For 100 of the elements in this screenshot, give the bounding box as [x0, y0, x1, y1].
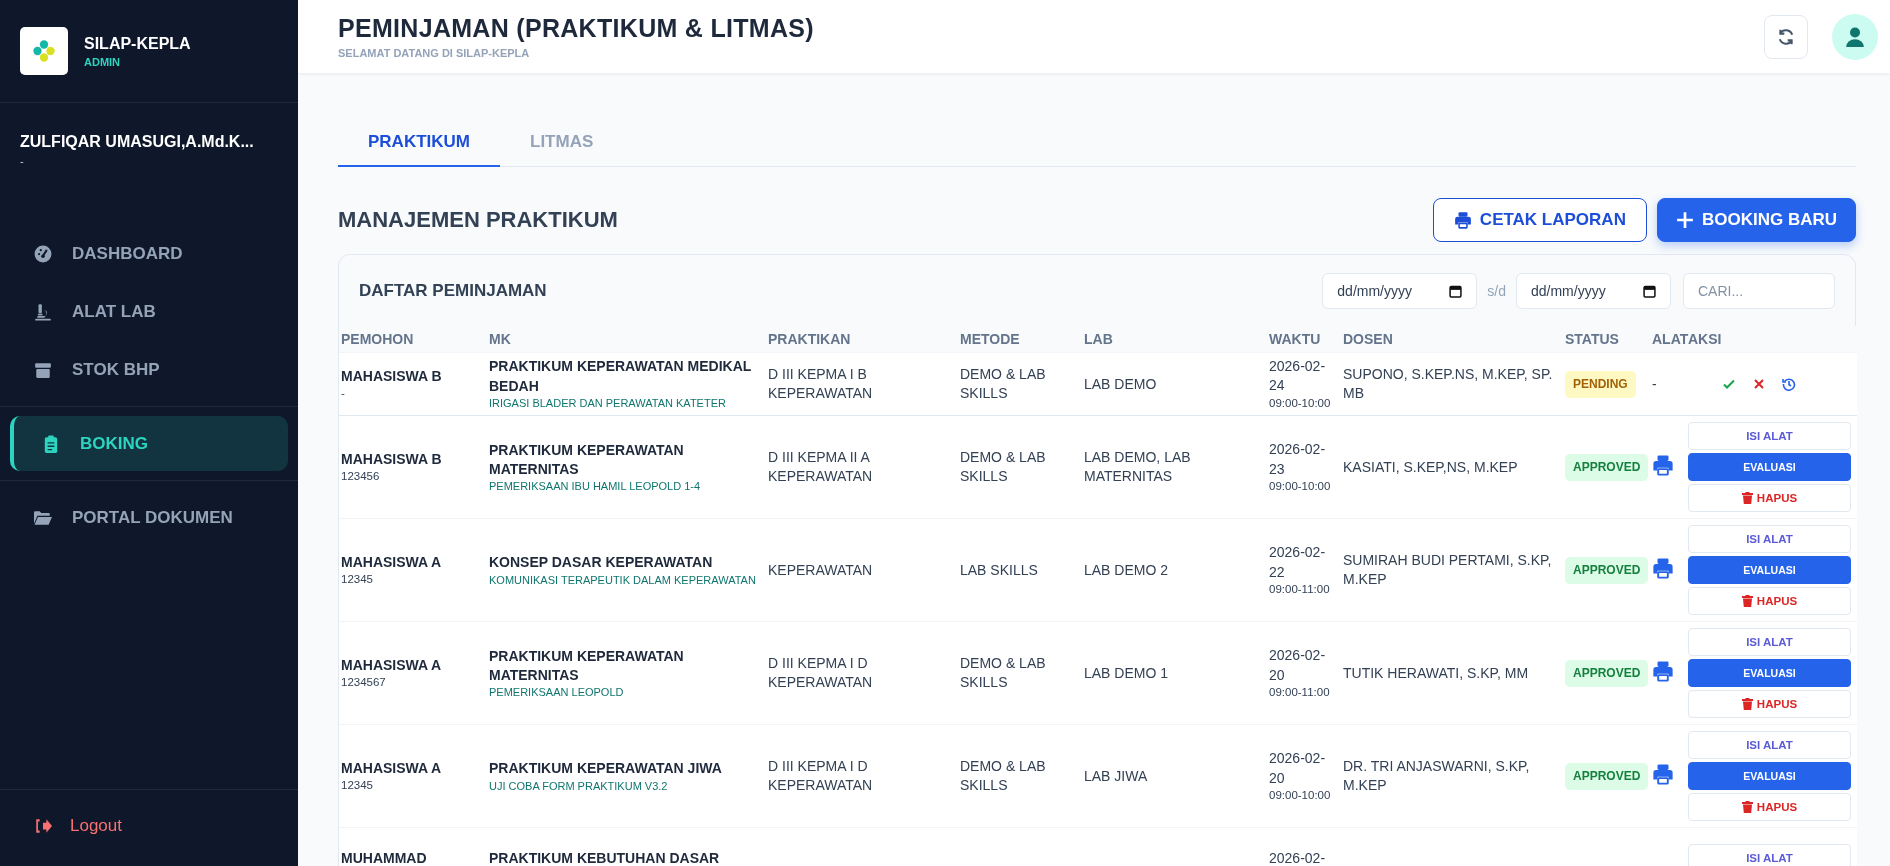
booking-time: 09:00-10:00 [1269, 787, 1332, 803]
requester-id: - [341, 385, 346, 401]
course-name: PRAKTIKUM KEPERAWATAN MEDIKAL BEDAH [489, 357, 753, 396]
booking-date: 2026-02-23 [1269, 441, 1326, 477]
microscope-icon [34, 302, 52, 321]
delete-button[interactable]: HAPUS [1688, 587, 1851, 616]
table-cell: DEMO & LAB SKILLS [960, 655, 1046, 691]
sidebar-item[interactable]: ALAT LAB [10, 284, 288, 339]
table-cell: LAB DEMO 1 [1084, 664, 1169, 681]
booking-time: 09:00-11:00 [1269, 684, 1331, 700]
course-name: PRAKTIKUM KEPERAWATAN JIWA [489, 759, 723, 779]
evaluasi-button[interactable]: EVALUASI [1688, 556, 1851, 585]
sidebar-item[interactable]: PORTAL DOKUMEN [10, 490, 288, 545]
course-name: PRAKTIKUM KEPERAWATAN MATERNITAS [489, 440, 685, 479]
table-title: DAFTAR PEMINJAMAN [359, 281, 548, 301]
sidebar-item[interactable]: DASHBOARD [10, 226, 288, 281]
booking-date: 2026-02-20 [1269, 750, 1326, 786]
table-cell: DR. TRI ANJASWARNI, S.KP, M.KEP [1343, 758, 1530, 794]
column-header: STATUS [1565, 331, 1619, 347]
table-cell: LAB DEMO 2 [1084, 561, 1169, 578]
printer-icon [1453, 211, 1472, 229]
table-cell: DEMO & LAB SKILLS [960, 449, 1046, 485]
table-cell: LAB JIWA [1084, 767, 1148, 784]
booking-time: 09:00-10:00 [1269, 395, 1332, 411]
table-cell: D III KEPMA I D KEPERAWATAN [768, 655, 873, 691]
course-topic: PEMERIKSAAN LEOPOLD [489, 685, 625, 701]
logout-icon [34, 817, 52, 835]
booking-date: 2026-02-20 [1269, 647, 1326, 683]
printer-icon[interactable] [1652, 556, 1674, 579]
requester-id: 123456 [341, 469, 381, 485]
new-booking-button[interactable]: BOOKING BARU [1656, 198, 1856, 242]
search-field[interactable]: CARI... [1683, 273, 1835, 309]
column-header: MK [489, 331, 511, 347]
evaluasi-button[interactable]: EVALUASI [1688, 762, 1851, 791]
printer-icon[interactable] [1652, 453, 1674, 476]
status-badge: APPROVED [1565, 557, 1649, 584]
trash-icon [1741, 698, 1753, 711]
date-field[interactable]: dd/mm/yyyy [1322, 273, 1478, 309]
course-topic: UJI COBA FORM PRAKTIKUM V3.2 [489, 778, 669, 794]
table-cell: LAB SKILLS [960, 561, 1038, 578]
requester-name: MAHASISWA A [341, 655, 443, 675]
section-title: MANAJEMEN PRAKTIKUM [338, 207, 619, 233]
history-icon[interactable] [1782, 377, 1796, 392]
date-field[interactable]: dd/mm/yyyy [1516, 273, 1671, 309]
isi-alat-button[interactable]: ISI ALAT [1688, 628, 1851, 657]
isi-alat-button[interactable]: ISI ALAT [1688, 731, 1851, 760]
delete-button[interactable]: HAPUS [1688, 690, 1851, 719]
logout-link[interactable]: Logout [70, 816, 122, 836]
requester-name: MAHASISWA A [341, 758, 443, 778]
table-cell: D III KEPMA II A KEPERAWATAN [768, 449, 873, 485]
status-badge: APPROVED [1565, 454, 1649, 481]
avatar-icon[interactable] [1832, 13, 1878, 60]
evaluasi-button[interactable]: EVALUASI [1688, 453, 1851, 482]
printer-icon[interactable] [1652, 659, 1674, 682]
isi-alat-button[interactable]: ISI ALAT [1688, 844, 1851, 866]
table-cell: SUPONO, S.KEP.NS, M.KEP, SP. MB [1343, 365, 1553, 402]
calendar-icon [1449, 284, 1463, 298]
booking-time: 09:00-11:00 [1269, 581, 1331, 597]
column-header: LAB [1084, 331, 1113, 347]
table-cell: KASIATI, S.KEP,NS, M.KEP [1343, 458, 1518, 475]
plus-icon [1675, 211, 1694, 229]
sidebar-item[interactable]: STOK BHP [10, 342, 288, 397]
trash-icon [1741, 801, 1753, 814]
course-name: PRAKTIKUM KEBUTUHAN DASAR [489, 848, 721, 866]
column-header: AKSI [1688, 331, 1722, 347]
tab[interactable]: PRAKTIKUM [338, 118, 500, 167]
course-name: PRAKTIKUM KEPERAWATAN MATERNITAS [489, 646, 685, 685]
isi-alat-button[interactable]: ISI ALAT [1688, 422, 1851, 451]
requester-id: 12345 [341, 572, 374, 588]
refresh-button[interactable] [1764, 14, 1808, 59]
box-icon [34, 360, 52, 379]
logo-icon [20, 27, 68, 75]
booking-date: 2026-02-22 [1269, 544, 1326, 580]
table-cell: TUTIK HERAWATI, S.KP, MM [1343, 664, 1529, 681]
column-header: ALAT [1652, 331, 1689, 347]
app-name: SILAP-KEPLA [84, 34, 191, 53]
column-header: PRAKTIKAN [768, 331, 851, 347]
status-badge: APPROVED [1565, 660, 1649, 687]
trash-icon [1741, 595, 1753, 608]
table-cell: D III KEPMA I B KEPERAWATAN [768, 365, 873, 402]
folder-icon [34, 508, 52, 527]
course-topic: IRIGASI BLADER DAN PERAWATAN KATETER [489, 395, 727, 411]
printer-icon[interactable] [1652, 762, 1674, 785]
evaluasi-button[interactable]: EVALUASI [1688, 659, 1851, 688]
table-cell: - [1652, 375, 1657, 392]
table-cell: LAB DEMO, LAB MATERNITAS [1084, 449, 1191, 485]
print-report-button[interactable]: CETAK LAPORAN [1432, 198, 1647, 242]
requester-name: MAHASISWA B [341, 449, 443, 469]
requester-name: MUHAMMAD [341, 848, 428, 866]
user-name: ZULFIQAR UMASUGI,A.Md.K... [20, 133, 254, 150]
delete-button[interactable]: HAPUS [1688, 484, 1851, 513]
requester-name: MAHASISWA B [341, 366, 443, 386]
calendar-icon [1643, 284, 1656, 298]
isi-alat-button[interactable]: ISI ALAT [1688, 525, 1851, 554]
column-header: WAKTU [1269, 331, 1321, 347]
sidebar-item[interactable]: BOKING [10, 416, 288, 471]
table-cell: DEMO & LAB SKILLS [960, 365, 1046, 402]
column-header: DOSEN [1343, 331, 1393, 347]
delete-button[interactable]: HAPUS [1688, 793, 1851, 822]
page-subtitle: SELAMAT DATANG DI SILAP-KEPLA [338, 47, 531, 59]
